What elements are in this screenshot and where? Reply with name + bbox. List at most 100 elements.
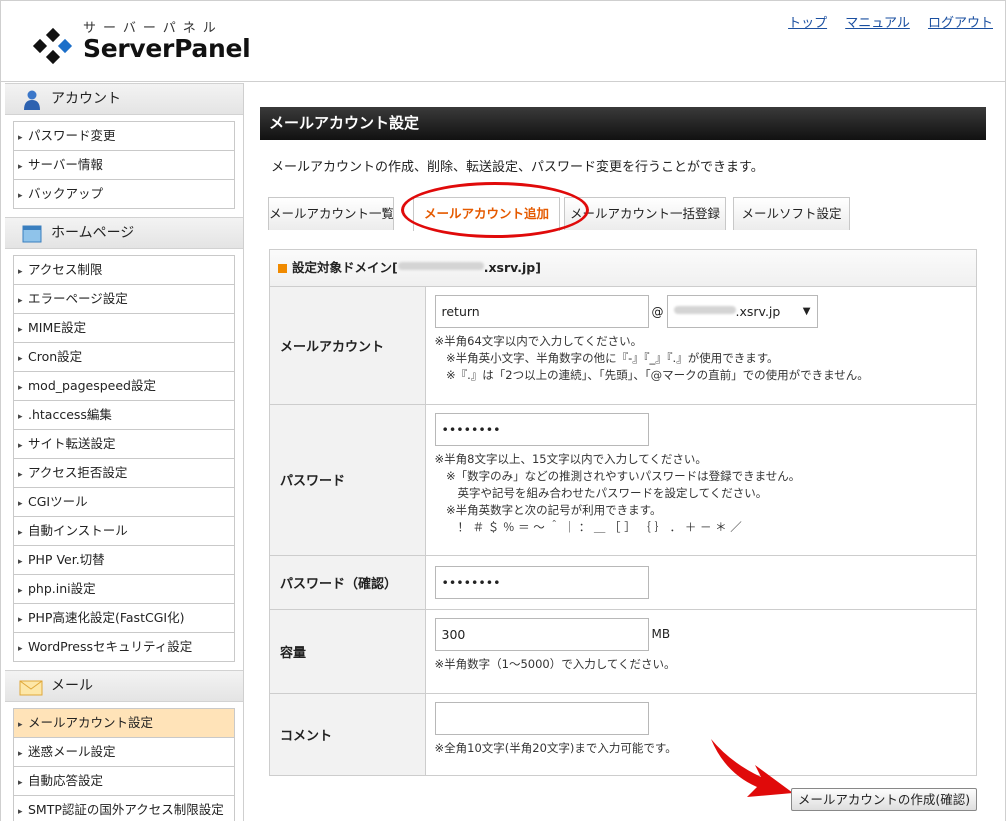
item-label: Cron設定 xyxy=(28,349,83,364)
section-title: ホームページ xyxy=(51,225,135,241)
top-link[interactable]: トップ xyxy=(788,16,827,31)
password-input[interactable]: •••••••• xyxy=(434,412,649,446)
logout-link[interactable]: ログアウト xyxy=(928,16,993,31)
item-label: SMTP認証の国外アクセス制限設定 xyxy=(28,802,224,817)
sidebar-item-access-deny[interactable]: ▸ アクセス拒否設定 xyxy=(14,459,234,488)
red-arrow-icon xyxy=(711,739,793,797)
tab-mail-software[interactable]: メールソフト設定 xyxy=(733,197,850,230)
item-label: エラーページ設定 xyxy=(28,291,128,306)
tab-mail-account-list[interactable]: メールアカウント一覧 xyxy=(268,197,394,230)
serverpanel-logo[interactable]: サーバーパネル ServerPanel xyxy=(31,17,251,69)
page-description: メールアカウントの作成、削除、転送設定、パスワード変更を行うことができます。 xyxy=(271,160,764,175)
sidebar-item-wordpress-security[interactable]: ▸ WordPressセキュリティ設定 xyxy=(14,633,234,662)
caret-down-icon: ▼ xyxy=(802,306,811,317)
account-menu: ▸ パスワード変更 ▸ サーバー情報 ▸ バックアップ xyxy=(13,121,235,209)
mail-menu: ▸ メールアカウント設定 ▸ 迷惑メール設定 ▸ 自動応答設定 ▸ SMTP認証の国外ア… xyxy=(13,708,235,821)
item-label: 迷惑メール設定 xyxy=(28,744,116,759)
capacity-unit: MB xyxy=(651,627,671,641)
main-content: メールアカウント設定 メールアカウントの作成、削除、転送設定、パスワード変更を行… xyxy=(260,107,986,776)
square-bullet-icon xyxy=(278,264,287,273)
sidebar-section-mail: メール xyxy=(5,670,243,702)
diamond-logo-icon xyxy=(32,27,73,65)
note-line: ※「数字のみ」などの推測されやすいパスワードは登録できません。 xyxy=(434,468,801,483)
item-label: PHP Ver.切替 xyxy=(28,552,105,567)
sidebar-item-pagespeed[interactable]: ▸ mod_pagespeed設定 xyxy=(14,372,234,401)
label-account: メールアカウント xyxy=(270,287,426,405)
comment-input[interactable] xyxy=(434,701,649,735)
page-title: メールアカウント設定 xyxy=(260,107,986,140)
sidebar-section-account: アカウント xyxy=(5,83,243,115)
sidebar-item-backup[interactable]: ▸ バックアップ xyxy=(14,180,234,209)
item-label: MIME設定 xyxy=(28,320,87,335)
note-line: ※半角数字（1～5000）で入力してください。 xyxy=(434,656,676,671)
sidebar-item-server-info[interactable]: ▸ サーバー情報 xyxy=(14,151,234,180)
note-line: ！ ＃ ＄ ％ ＝ ～ ＾ ｜ ： ＿ ［ ］ ｛ ｝ ． ＋ － ＊ ／ xyxy=(434,519,742,534)
capacity-input[interactable]: 300 xyxy=(434,617,649,651)
row-capacity: 容量 300 MB ※半角数字（1～5000）で入力してください。 xyxy=(270,609,976,694)
password-confirm-input[interactable]: •••••••• xyxy=(434,565,649,599)
domain-suffix: .xsrv.jp] xyxy=(483,260,541,275)
sidebar-item-auto-reply[interactable]: ▸ 自動応答設定 xyxy=(14,767,234,796)
sidebar-item-cgi-tool[interactable]: ▸ CGIツール xyxy=(14,488,234,517)
item-label: アクセス拒否設定 xyxy=(28,465,128,480)
sidebar-item-mime[interactable]: ▸ MIME設定 xyxy=(14,314,234,343)
domain-select-value: .xsrv.jp xyxy=(735,304,781,319)
sidebar-section-homepage: ホームページ xyxy=(5,217,243,249)
label-capacity: 容量 xyxy=(270,609,426,694)
section-title: メール xyxy=(51,678,93,694)
sidebar-item-site-redirect[interactable]: ▸ サイト転送設定 xyxy=(14,430,234,459)
user-icon xyxy=(24,90,40,110)
blurred-domain xyxy=(673,306,736,314)
label-comment: コメント xyxy=(270,693,426,775)
item-label: WordPressセキュリティ設定 xyxy=(28,639,193,654)
sidebar-item-spam[interactable]: ▸ 迷惑メール設定 xyxy=(14,738,234,767)
section-title: アカウント xyxy=(51,91,121,107)
window-icon xyxy=(22,225,42,243)
item-label: CGIツール xyxy=(28,494,88,509)
item-label: パスワード変更 xyxy=(28,128,116,143)
sidebar-item-auto-install[interactable]: ▸ 自動インストール xyxy=(14,517,234,546)
note-line: ※『.』は「2つ以上の連続」、「先頭」、「@マークの直前」での使用ができません。 xyxy=(434,368,869,382)
note-line: ※半角英数字と次の記号が利用できます。 xyxy=(434,502,662,517)
sidebar-item-error-page[interactable]: ▸ エラーページ設定 xyxy=(14,285,234,314)
tab-mail-account-add[interactable]: メールアカウント追加 xyxy=(413,197,560,231)
domain-select[interactable]: .xsrv.jp ▼ xyxy=(666,295,818,328)
sidebar-item-access-restriction[interactable]: ▸ アクセス制限 xyxy=(14,256,234,285)
item-label: 自動インストール xyxy=(28,523,128,538)
row-password-confirm: パスワード（確認） •••••••• xyxy=(270,555,976,610)
logo-name: ServerPanel xyxy=(83,34,251,63)
item-label: アクセス制限 xyxy=(28,262,103,277)
blurred-domain xyxy=(397,262,484,270)
account-input[interactable]: return xyxy=(434,295,649,328)
domain-prefix: 設定対象ドメイン[ xyxy=(292,260,398,275)
sidebar-item-cron[interactable]: ▸ Cron設定 xyxy=(14,343,234,372)
form-panel: 設定対象ドメイン[.xsrv.jp] メールアカウント return @ .xsrv… xyxy=(269,249,977,776)
item-label: php.ini設定 xyxy=(28,581,96,596)
account-notes: ※半角64文字以内で入力してください。 ※半角英小文字、半角数字の他に『-』『_… xyxy=(435,333,968,384)
create-account-confirm-button[interactable]: メールアカウントの作成(確認) xyxy=(791,788,977,811)
item-label: 自動応答設定 xyxy=(28,773,104,788)
sidebar-item-password-change[interactable]: ▸ パスワード変更 xyxy=(14,122,234,151)
app-frame: サーバーパネル ServerPanel トップ マニュアル ログアウト アカウン… xyxy=(0,0,1006,821)
sidebar-item-fastcgi[interactable]: ▸ PHP高速化設定(FastCGI化) xyxy=(14,604,234,633)
row-password: パスワード •••••••• ※半角8文字以上、15文字以内で入力してください。… xyxy=(270,404,976,556)
manual-link[interactable]: マニュアル xyxy=(845,16,910,31)
at-sign: @ xyxy=(651,304,664,319)
sidebar-item-php-ini[interactable]: ▸ php.ini設定 xyxy=(14,575,234,604)
item-label: サーバー情報 xyxy=(28,157,103,172)
tab-mail-account-bulk[interactable]: メールアカウント一括登録 xyxy=(564,197,726,230)
note-line: 英字や記号を組み合わせたパスワードを設定してください。 xyxy=(434,485,768,500)
item-label: PHP高速化設定(FastCGI化) xyxy=(28,610,185,625)
item-label: メールアカウント設定 xyxy=(28,715,154,730)
sidebar-item-smtp-restriction[interactable]: ▸ SMTP認証の国外アクセス制限設定 xyxy=(14,796,234,821)
item-label: サイト転送設定 xyxy=(28,436,116,451)
sidebar-item-php-version[interactable]: ▸ PHP Ver.切替 xyxy=(14,546,234,575)
row-account: メールアカウント return @ .xsrv.jp ▼ ※半角64文字以内で入力して… xyxy=(270,287,976,405)
item-label: バックアップ xyxy=(28,186,104,201)
note-line: ※半角64文字以内で入力してください。 xyxy=(434,334,643,348)
item-label: mod_pagespeed設定 xyxy=(28,378,156,393)
sidebar-item-htaccess[interactable]: ▸ .htaccess編集 xyxy=(14,401,234,430)
sidebar-item-mail-account[interactable]: ▸ メールアカウント設定 xyxy=(14,709,234,738)
mail-account-form: メールアカウント return @ .xsrv.jp ▼ ※半角64文字以内で入力して… xyxy=(270,287,976,775)
top-links: トップ マニュアル ログアウト xyxy=(774,12,993,31)
